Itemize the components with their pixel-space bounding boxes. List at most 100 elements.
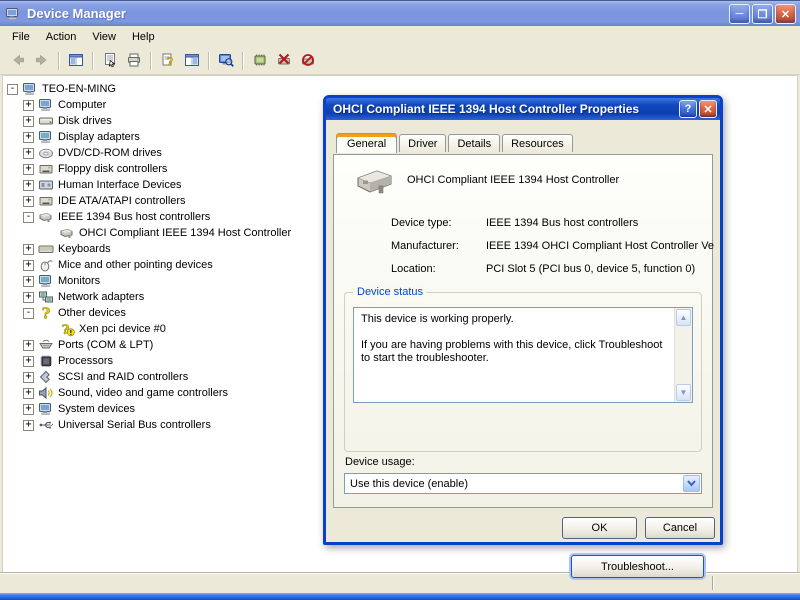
device-status-textbox[interactable]: This device is working properly.If you a… — [353, 307, 693, 403]
close-button[interactable]: ✕ — [775, 4, 796, 24]
menu-help[interactable]: Help — [124, 28, 163, 46]
status-paragraph: This device is working properly. — [361, 313, 668, 326]
menu-view[interactable]: View — [84, 28, 124, 46]
toolbar-show-hide-console-tree-button[interactable] — [64, 50, 88, 72]
device-usage-combobox[interactable]: Use this device (enable) — [344, 473, 702, 494]
fw1394-icon — [59, 225, 75, 241]
expand-icon[interactable]: + — [23, 148, 34, 159]
svg-text:?: ? — [42, 305, 51, 321]
update-driver-icon — [252, 52, 268, 71]
device-status-groupbox: Device status This device is working pro… — [344, 292, 702, 452]
tab-general[interactable]: General — [336, 133, 397, 153]
taskbar-edge — [0, 593, 800, 600]
show-hide-console-tree-icon — [68, 52, 84, 71]
menu-action[interactable]: Action — [38, 28, 85, 46]
collapse-icon[interactable]: - — [7, 84, 18, 95]
ok-button[interactable]: OK — [562, 517, 637, 539]
dialog-close-button[interactable]: ✕ — [699, 100, 717, 118]
keyboard-icon — [38, 241, 54, 257]
toolbar-uninstall-device-button[interactable] — [296, 50, 320, 72]
tree-item-label: Other devices — [58, 307, 126, 319]
tree-item-label: IDE ATA/ATAPI controllers — [58, 195, 186, 207]
usb-icon — [38, 417, 54, 433]
toolbar-print-button[interactable] — [122, 50, 146, 72]
expand-icon[interactable]: + — [23, 388, 34, 399]
scroll-down-icon[interactable]: ▼ — [676, 384, 691, 401]
expand-icon[interactable]: + — [23, 164, 34, 175]
chevron-down-icon[interactable] — [683, 475, 700, 492]
print-icon — [126, 52, 142, 71]
question-alert-icon: ? — [59, 321, 75, 337]
device-manager-app-icon — [5, 6, 23, 22]
computer-icon — [38, 97, 54, 113]
expand-icon[interactable]: + — [23, 132, 34, 143]
cancel-button[interactable]: Cancel — [645, 517, 715, 539]
scroll-up-icon[interactable]: ▲ — [676, 309, 691, 326]
menu-file[interactable]: File — [4, 28, 38, 46]
minimize-button[interactable]: ─ — [729, 4, 750, 24]
expand-icon[interactable]: + — [23, 372, 34, 383]
dialog-titlebar: OHCI Compliant IEEE 1394 Host Controller… — [326, 98, 720, 120]
tree-item-label: System devices — [58, 403, 135, 415]
expand-icon[interactable]: + — [23, 340, 34, 351]
toolbar-forward-button[interactable] — [30, 50, 54, 72]
expand-icon[interactable]: + — [23, 180, 34, 191]
tree-item-label: Disk drives — [58, 115, 112, 127]
troubleshoot-button[interactable]: Troubleshoot... — [571, 555, 704, 578]
device-name: OHCI Compliant IEEE 1394 Host Controller — [407, 174, 619, 186]
expand-icon[interactable]: + — [23, 404, 34, 415]
restore-button[interactable]: ❐ — [752, 4, 773, 24]
display-icon — [38, 273, 54, 289]
network-icon — [38, 289, 54, 305]
toolbar-show-action-pane-button[interactable] — [180, 50, 204, 72]
expand-icon[interactable]: + — [23, 244, 34, 255]
cpu-icon — [38, 353, 54, 369]
collapse-icon[interactable]: - — [23, 212, 34, 223]
device-status-label: Device status — [353, 286, 427, 298]
toolbar-update-driver-button[interactable] — [248, 50, 272, 72]
tab-resources[interactable]: Resources — [502, 134, 573, 152]
cdrom-icon — [38, 145, 54, 161]
tab-details[interactable]: Details — [448, 134, 500, 152]
dialog-title: OHCI Compliant IEEE 1394 Host Controller… — [333, 102, 639, 116]
toolbar-scan-for-hardware-changes-button[interactable] — [214, 50, 238, 72]
field-label: Location: — [391, 263, 436, 275]
tab-driver[interactable]: Driver — [399, 134, 446, 152]
toolbar-properties-button[interactable] — [98, 50, 122, 72]
tree-item-label: Mice and other pointing devices — [58, 259, 213, 271]
disable-device-icon — [276, 52, 292, 71]
menu-bar: FileActionViewHelp — [0, 26, 800, 48]
tree-item-label: Ports (COM & LPT) — [58, 339, 153, 351]
expand-icon[interactable]: + — [23, 116, 34, 127]
drive-icon — [38, 113, 54, 129]
port-icon — [38, 337, 54, 353]
display-icon — [38, 129, 54, 145]
hid-icon — [38, 177, 54, 193]
expand-icon[interactable]: + — [23, 420, 34, 431]
dialog-help-button[interactable]: ? — [679, 100, 697, 118]
properties-icon — [102, 52, 118, 71]
scan-for-hardware-changes-icon — [218, 52, 234, 71]
toolbar-back-button[interactable] — [6, 50, 30, 72]
expand-icon[interactable]: + — [23, 100, 34, 111]
expand-icon[interactable]: + — [23, 260, 34, 271]
scrollbar[interactable]: ▲ ▼ — [674, 308, 692, 402]
expand-icon[interactable]: + — [23, 356, 34, 367]
expand-icon[interactable]: + — [23, 292, 34, 303]
show-action-pane-icon — [184, 52, 200, 71]
tree-item-label: SCSI and RAID controllers — [58, 371, 188, 383]
tree-item-label: TEO-EN-MING — [42, 83, 116, 95]
field-label: Manufacturer: — [391, 240, 459, 252]
expand-icon[interactable]: + — [23, 276, 34, 287]
toolbar-help-button[interactable]: ? — [156, 50, 180, 72]
uninstall-device-icon — [300, 52, 316, 71]
tree-item-label: Sound, video and game controllers — [58, 387, 228, 399]
collapse-icon[interactable]: - — [23, 308, 34, 319]
scsi-icon — [38, 369, 54, 385]
expand-icon[interactable]: + — [23, 196, 34, 207]
toolbar-disable-device-button[interactable] — [272, 50, 296, 72]
tree-item-label: Human Interface Devices — [58, 179, 182, 191]
tree-item-label: Floppy disk controllers — [58, 163, 167, 175]
field-label: Device type: — [391, 217, 452, 229]
device-status-text: This device is working properly.If you a… — [361, 313, 668, 378]
